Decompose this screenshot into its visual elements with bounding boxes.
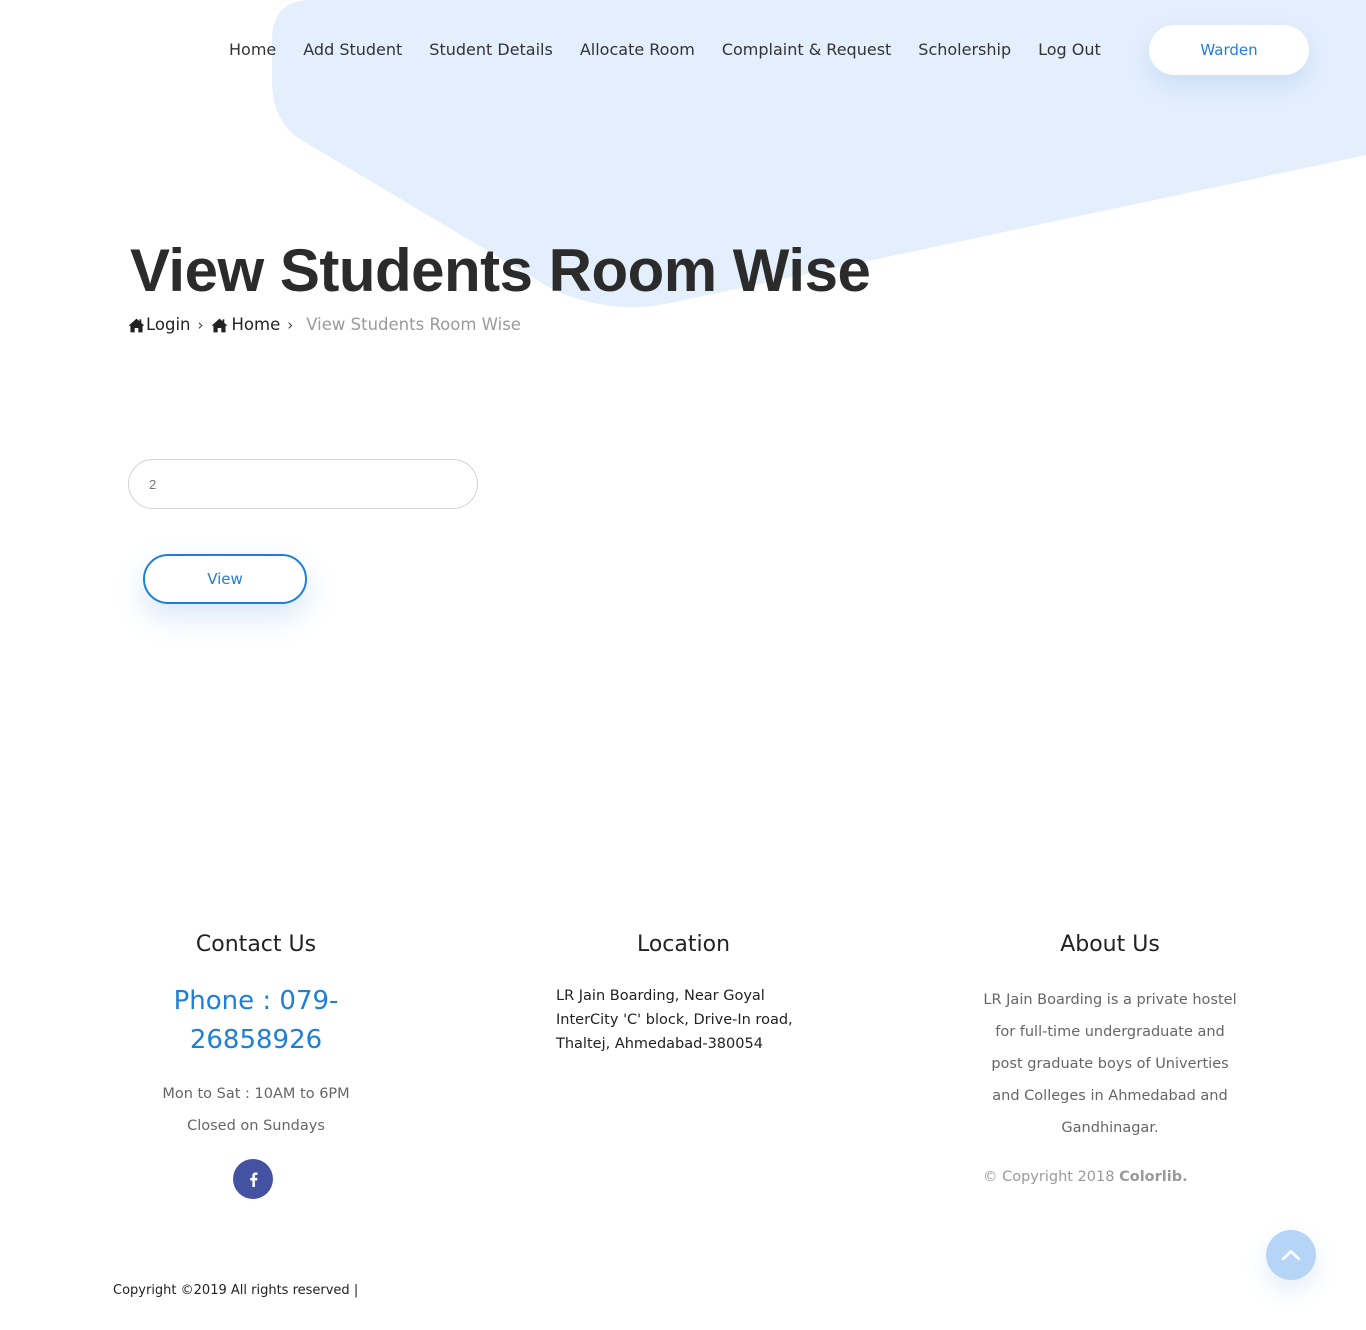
about-copyright: © Copyright 2018 Colorlib. [983,1166,1188,1188]
view-button[interactable]: View [143,554,307,604]
breadcrumb-login-link[interactable]: Login [128,313,191,337]
nav-item-add-student[interactable]: Add Student [303,36,402,64]
room-number-input[interactable] [128,459,478,509]
breadcrumb-current: View Students Room Wise [306,315,521,334]
footer-about-section: About Us LR Jain Boarding is a private h… [970,928,1250,1144]
about-text: LR Jain Boarding is a private hostel for… [970,984,1250,1144]
address: LR Jain Boarding, Near Goyal InterCity '… [556,984,811,1056]
colorlib-link[interactable]: Colorlib. [1119,1169,1188,1185]
address-line-1: LR Jain Boarding, Near Goyal [556,988,765,1004]
contact-heading: Contact Us [195,932,317,957]
home-icon [128,318,145,332]
chevron-right-icon: › [287,316,294,334]
about-line-3: post graduate boys of Univerties [991,1056,1229,1072]
chevron-right-icon: › [197,316,204,334]
scroll-to-top-button[interactable] [1266,1230,1316,1280]
main-nav: Home Add Student Student Details Allocat… [229,36,1128,64]
phone-line-1: Phone : 079- [173,986,339,1016]
chevron-up-icon [1281,1250,1301,1261]
about-line-5: Gandhinagar. [1061,1120,1159,1136]
warden-button[interactable]: Warden [1149,25,1309,75]
page-title: View Students Room Wise [130,237,871,304]
nav-item-student-details[interactable]: Student Details [429,36,553,64]
nav-item-scholership[interactable]: Scholership [918,36,1011,64]
facebook-icon [249,1171,258,1187]
breadcrumb-home-link[interactable]: Home [211,313,281,337]
about-line-1: LR Jain Boarding is a private hostel [983,992,1237,1008]
nav-item-home[interactable]: Home [229,36,276,64]
about-line-4: and Colleges in Ahmedabad and [992,1088,1228,1104]
facebook-link[interactable] [233,1159,273,1199]
address-line-2: InterCity 'C' block, Drive-In road, [556,1012,793,1028]
breadcrumb-login-label: Login [146,315,191,334]
footer-location-section: Location LR Jain Boarding, Near Goyal In… [556,928,811,1056]
phone-number[interactable]: Phone : 079- 26858926 [130,982,382,1060]
opening-hours: Mon to Sat : 10AM to 6PM Closed on Sunda… [130,1078,382,1142]
copyright-text: Copyright ©2019 All rights reserved | [113,1283,359,1298]
home-icon [211,318,227,332]
nav-item-allocate-room[interactable]: Allocate Room [580,36,695,64]
hours-line-2: Closed on Sundays [187,1118,325,1134]
hours-line-1: Mon to Sat : 10AM to 6PM [162,1086,350,1102]
about-heading: About Us [1060,932,1160,957]
about-copyright-prefix: © Copyright 2018 [983,1169,1115,1185]
nav-item-complaint-request[interactable]: Complaint & Request [722,36,891,64]
address-line-3: Thaltej, Ahmedabad-380054 [556,1036,763,1052]
about-line-2: for full-time undergraduate and [995,1024,1225,1040]
breadcrumb: Login › Home › View Students Room Wise [128,313,521,337]
location-heading: Location [636,932,731,957]
breadcrumb-home-label: Home [231,315,281,334]
phone-line-2: 26858926 [189,1025,323,1055]
footer-contact-section: Contact Us Phone : 079- 26858926 Mon to … [130,928,382,1142]
nav-item-log-out[interactable]: Log Out [1038,36,1101,64]
